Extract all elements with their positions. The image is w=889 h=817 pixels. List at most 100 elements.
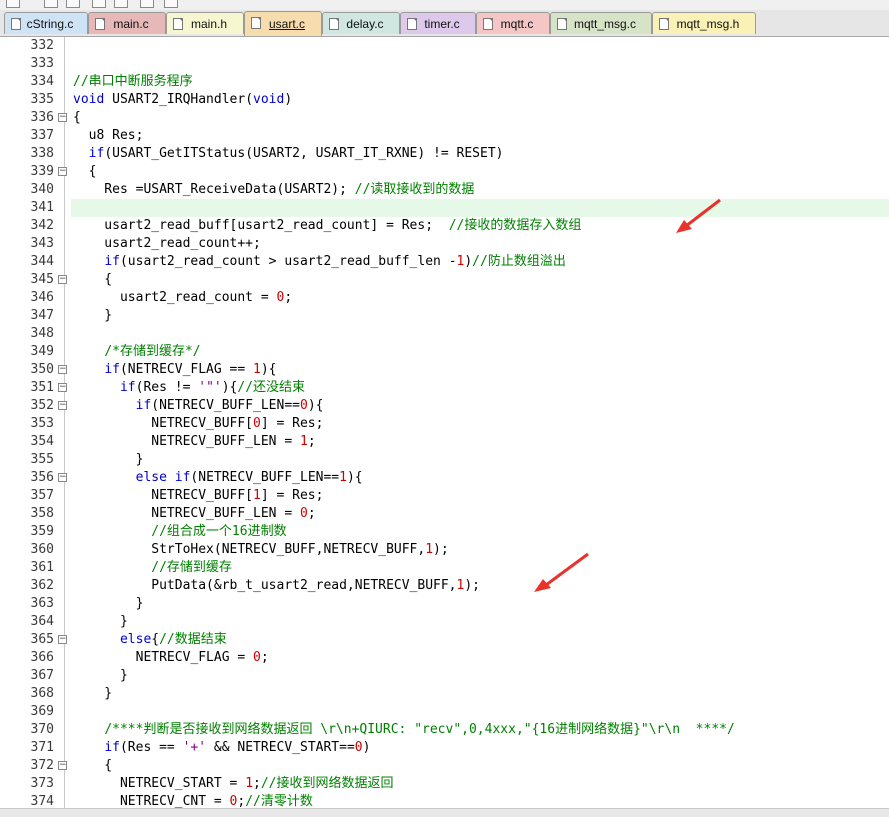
code-line[interactable]: 346 usart2_read_count = 0; xyxy=(0,289,889,307)
code-line[interactable]: 335 void USART2_IRQHandler(void) xyxy=(0,91,889,109)
code-line[interactable]: 360 StrToHex(NETRECV_BUFF,NETRECV_BUFF,1… xyxy=(0,541,889,559)
code-line[interactable]: 364 } xyxy=(0,613,889,631)
code-text: if(usart2_read_count > usart2_read_buff_… xyxy=(104,254,566,269)
tab-mqtt-msg-c[interactable]: mqtt_msg.c xyxy=(550,12,652,34)
code-text: if(NETRECV_BUFF_LEN==0){ xyxy=(135,398,324,413)
line-number: 366 xyxy=(30,650,54,665)
line-number: 335 xyxy=(30,92,54,107)
code-text: /****判断是否接收到网络数据返回 \r\n+QIURC: "recv",0,… xyxy=(104,722,735,737)
code-text: StrToHex(NETRECV_BUFF,NETRECV_BUFF,1); xyxy=(73,542,449,557)
code-text: if(NETRECV_FLAG == 1){ xyxy=(104,362,277,377)
code-line[interactable]: 338 if(USART_GetITStatus(USART2, USART_I… xyxy=(0,145,889,163)
fold-toggle-icon[interactable]: − xyxy=(58,167,67,176)
tab-mqtt-msg-h[interactable]: mqtt_msg.h xyxy=(652,12,756,34)
line-number: 356 xyxy=(30,470,54,485)
toolbar-button[interactable] xyxy=(140,0,154,8)
line-number: 340 xyxy=(30,182,54,197)
fold-toggle-icon[interactable]: − xyxy=(58,275,67,284)
code-line[interactable]: 359 //组合成一个16进制数 xyxy=(0,523,889,541)
code-line[interactable]: 355 } xyxy=(0,451,889,469)
code-line[interactable]: 362 PutData(&rb_t_usart2_read,NETRECV_BU… xyxy=(0,577,889,595)
line-number: 367 xyxy=(30,668,54,683)
tab-label: delay.c xyxy=(346,16,384,31)
line-number: 345 xyxy=(30,272,54,287)
tab-label: timer.c xyxy=(424,16,460,31)
toolbar-button[interactable] xyxy=(164,0,178,8)
code-line[interactable]: 352− if(NETRECV_BUFF_LEN==0){ xyxy=(0,397,889,415)
line-number: 369 xyxy=(30,704,54,719)
code-line[interactable]: 337 u8 Res; xyxy=(0,127,889,145)
code-line[interactable]: 334 //串口中断服务程序 xyxy=(0,73,889,91)
line-number: 341 xyxy=(30,200,54,215)
tab-main-h[interactable]: main.h xyxy=(166,12,244,34)
code-line[interactable]: 351− if(Res != '"'){//还没结束 xyxy=(0,379,889,397)
code-line[interactable]: 357 NETRECV_BUFF[1] = Res; xyxy=(0,487,889,505)
fold-toggle-icon[interactable]: − xyxy=(58,761,67,770)
fold-toggle-icon[interactable]: − xyxy=(58,383,67,392)
tab-delay-c[interactable]: delay.c xyxy=(322,12,400,34)
fold-toggle-icon[interactable]: − xyxy=(58,113,67,122)
code-line[interactable]: 370 /****判断是否接收到网络数据返回 \r\n+QIURC: "recv… xyxy=(0,721,889,739)
code-line[interactable]: 372− { xyxy=(0,757,889,775)
code-line[interactable]: 333 xyxy=(0,55,889,73)
code-text: PutData(&rb_t_usart2_read,NETRECV_BUFF,1… xyxy=(73,578,480,593)
toolbar-button[interactable] xyxy=(6,0,20,8)
toolbar-button[interactable] xyxy=(114,0,128,8)
code-line[interactable]: 342 usart2_read_buff[usart2_read_count] … xyxy=(0,217,889,235)
code-line[interactable]: 368 } xyxy=(0,685,889,703)
line-number: 351 xyxy=(30,380,54,395)
code-text: NETRECV_BUFF_LEN = 1; xyxy=(73,434,316,449)
code-line[interactable]: 354 NETRECV_BUFF_LEN = 1; xyxy=(0,433,889,451)
code-line[interactable]: 344 if(usart2_read_count > usart2_read_b… xyxy=(0,253,889,271)
tab-label: main.c xyxy=(113,16,149,31)
tab-mqtt-c[interactable]: mqtt.c xyxy=(476,12,550,34)
code-line[interactable]: 340 Res =USART_ReceiveData(USART2); //读取… xyxy=(0,181,889,199)
code-line[interactable]: 365− else{//数据结束 xyxy=(0,631,889,649)
toolbar-button[interactable] xyxy=(66,0,80,8)
code-line[interactable]: 369 xyxy=(0,703,889,721)
code-line[interactable]: 343 usart2_read_count++; xyxy=(0,235,889,253)
tab-label: usart.c xyxy=(268,17,305,31)
tab-main-c[interactable]: main.c xyxy=(88,12,166,34)
line-number: 363 xyxy=(30,596,54,611)
code-line[interactable]: 345− { xyxy=(0,271,889,289)
code-line[interactable]: 339− { xyxy=(0,163,889,181)
code-line[interactable]: 367 } xyxy=(0,667,889,685)
code-text: { xyxy=(73,110,81,125)
code-line[interactable]: 341 xyxy=(0,199,889,217)
fold-toggle-icon[interactable]: − xyxy=(58,473,67,482)
tab-label: mqtt_msg.h xyxy=(676,16,740,31)
code-line[interactable]: 356− else if(NETRECV_BUFF_LEN==1){ xyxy=(0,469,889,487)
code-line[interactable]: 361 //存储到缓存 xyxy=(0,559,889,577)
code-line[interactable]: 350− if(NETRECV_FLAG == 1){ xyxy=(0,361,889,379)
line-number: 353 xyxy=(30,416,54,431)
line-number: 362 xyxy=(30,578,54,593)
code-line[interactable]: 353 NETRECV_BUFF[0] = Res; xyxy=(0,415,889,433)
code-line[interactable]: 358 NETRECV_BUFF_LEN = 0; xyxy=(0,505,889,523)
code-text: if(USART_GetITStatus(USART2, USART_IT_RX… xyxy=(88,146,504,161)
toolbar-button[interactable] xyxy=(44,0,58,8)
fold-toggle-icon[interactable]: − xyxy=(58,635,67,644)
tab-cstring-c[interactable]: cString.c xyxy=(4,12,88,34)
code-line[interactable]: 332 xyxy=(0,37,889,55)
line-number: 361 xyxy=(30,560,54,575)
code-line[interactable]: 363 } xyxy=(0,595,889,613)
code-line[interactable]: 373 NETRECV_START = 1;//接收到网络数据返回 xyxy=(0,775,889,793)
line-number: 357 xyxy=(30,488,54,503)
code-line[interactable]: 366 NETRECV_FLAG = 0; xyxy=(0,649,889,667)
tab-usart-c[interactable]: usart.c xyxy=(244,11,322,36)
line-number: 360 xyxy=(30,542,54,557)
code-line[interactable]: 347 } xyxy=(0,307,889,325)
line-number: 368 xyxy=(30,686,54,701)
code-text: usart2_read_buff[usart2_read_count] = Re… xyxy=(73,218,582,233)
fold-toggle-icon[interactable]: − xyxy=(58,365,67,374)
toolbar-button[interactable] xyxy=(92,0,106,8)
tab-timer-c[interactable]: timer.c xyxy=(400,12,476,34)
tab-label: main.h xyxy=(190,16,228,31)
code-line[interactable]: 336−{ xyxy=(0,109,889,127)
fold-toggle-icon[interactable]: − xyxy=(58,401,67,410)
code-line[interactable]: 371 if(Res == '+' && NETRECV_START==0) xyxy=(0,739,889,757)
code-text: NETRECV_BUFF_LEN = 0; xyxy=(73,506,316,521)
code-line[interactable]: 349 /*存储到缓存*/ xyxy=(0,343,889,361)
code-line[interactable]: 348 xyxy=(0,325,889,343)
